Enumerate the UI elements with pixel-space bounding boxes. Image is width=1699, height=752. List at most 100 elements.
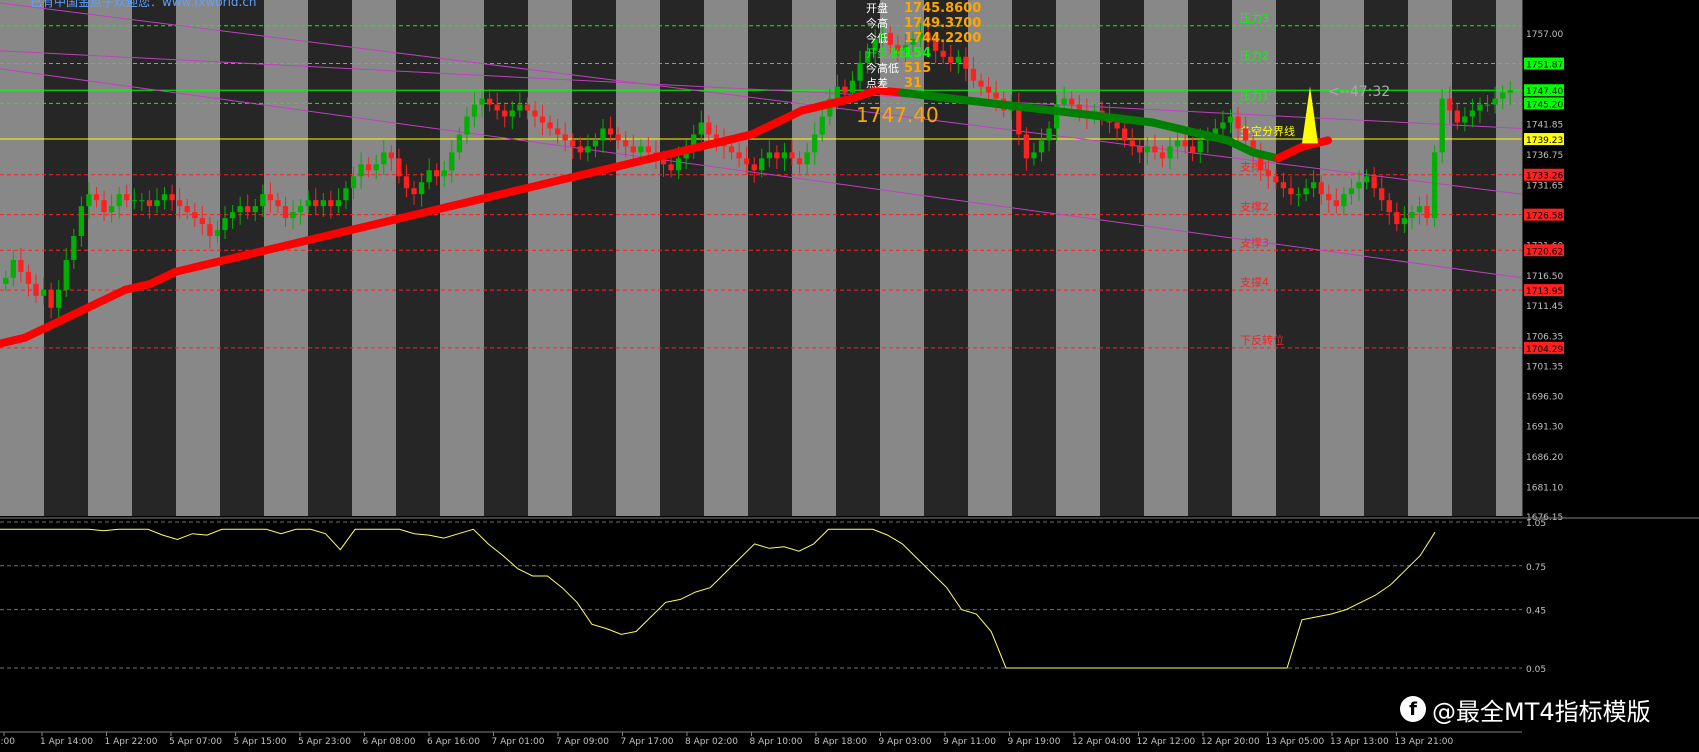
candle-body [555, 128, 561, 135]
candle-body [479, 98, 485, 105]
level-label: 压力2 [1240, 50, 1269, 63]
level-label: 下反转位 [1240, 333, 1284, 347]
candle-body [441, 170, 447, 177]
candle-body [1386, 200, 1392, 213]
time-axis-label: 13 Apr 05:00 [1266, 737, 1325, 747]
price-chart[interactable]: 压力3压力2压力1多空分界线支撑1支撑2支撑3支撑4下反转位 <--47:32 … [0, 0, 1699, 752]
info-value: 154 [904, 46, 931, 61]
candle-body [547, 122, 553, 129]
candle-body [1031, 152, 1037, 159]
candle-body [3, 277, 9, 284]
time-axis-label: 9 Apr 19:00 [1008, 737, 1061, 747]
candle-body [313, 200, 319, 207]
price-axis-label: 1741.85 [1526, 120, 1563, 130]
candle-body [434, 170, 440, 177]
session-band [792, 0, 836, 516]
price-axis-label: 1739.23 [1526, 136, 1563, 146]
candle-body [759, 158, 765, 171]
candle-body [25, 271, 32, 284]
candle-body [1492, 98, 1498, 105]
time-axis-label: 5 Apr 15:00 [234, 737, 287, 747]
candle-body [169, 194, 175, 201]
price-axis-label: 1733.26 [1526, 172, 1563, 182]
candle-body [1023, 134, 1030, 159]
candle-body [184, 206, 190, 213]
level-label: 支撑4 [1240, 275, 1269, 289]
price-axis-label: 1716.50 [1526, 272, 1563, 282]
oscillator-axis-label: 0.05 [1526, 665, 1546, 675]
candle-body [71, 236, 77, 260]
candle-body [10, 259, 16, 278]
candle-body [471, 104, 478, 117]
candle-body [456, 134, 463, 153]
candle-body [1114, 122, 1120, 129]
candle-body [615, 134, 621, 141]
candle-body [388, 152, 394, 159]
candle-body [978, 80, 984, 87]
candle-body [1348, 188, 1355, 195]
candle-body [751, 164, 757, 171]
candle-body [33, 283, 39, 296]
candle-body [464, 116, 470, 135]
session-band [528, 0, 572, 516]
candle-body [1046, 128, 1052, 141]
candle-body [706, 122, 712, 135]
header-notice: 已有中国金点子欢迎您：www.fxworld.cn [30, 0, 257, 9]
candle-body [131, 200, 137, 202]
candle-body [585, 146, 591, 153]
candle-body [1235, 116, 1241, 129]
weibo-logo-icon: f [1400, 696, 1426, 722]
info-value: 31 [904, 76, 922, 91]
candle-body [940, 50, 946, 57]
session-band [264, 0, 308, 516]
candle-body [592, 140, 599, 147]
candle-body [93, 194, 100, 201]
time-axis-label: 6 Apr 08:00 [363, 737, 416, 747]
candle-body [1061, 98, 1067, 105]
session-band [0, 0, 44, 516]
candle-body [774, 152, 780, 159]
price-axis-label: 1713.95 [1526, 287, 1563, 297]
time-axis-label: 7 Apr 17:00 [621, 737, 674, 747]
candle-body [1144, 146, 1150, 153]
info-label: 开盘 [866, 1, 888, 15]
candle-body [955, 56, 961, 63]
level-label: 压力1 [1240, 89, 1269, 102]
candle-body [1379, 188, 1385, 201]
candle-body [86, 194, 92, 207]
candle-body [766, 152, 772, 159]
candle-body [146, 200, 153, 207]
candle-body [1447, 98, 1453, 111]
candle-body [305, 200, 311, 207]
candle-body [1507, 90, 1513, 93]
candle-body [638, 146, 644, 153]
price-axis-label: 1731.65 [1526, 181, 1563, 191]
candle-body [1363, 176, 1370, 183]
candle-body [1197, 140, 1203, 153]
candle-body [1431, 152, 1438, 219]
candle-body [524, 104, 531, 111]
candle-body [161, 194, 168, 201]
price-axis[interactable]: 1757.00 1751.87 1747.40 1745.20 1741.85 1739.… [1521, 0, 1699, 752]
price-axis-label: 1720.62 [1526, 247, 1563, 257]
candle-body [970, 68, 977, 81]
candle-body [229, 212, 236, 219]
session-band [440, 0, 484, 516]
session-band [1056, 0, 1100, 516]
info-value: 1745.8600 [904, 1, 981, 16]
candle-body [789, 152, 795, 159]
watermark: f @最全MT4指标模版 [1400, 690, 1690, 728]
candle-body [645, 146, 652, 153]
candle-body [1484, 104, 1491, 106]
info-label: 今高 [866, 16, 888, 30]
candle-body [577, 146, 583, 153]
session-band [1408, 0, 1452, 516]
candle-body [781, 152, 788, 159]
candle-body [532, 110, 538, 117]
price-axis-label: 1686.20 [1526, 453, 1563, 463]
candle-body [1122, 128, 1128, 141]
session-band [1012, 0, 1056, 516]
candle-body [1371, 176, 1377, 189]
candle-body [358, 164, 364, 177]
session-band [1100, 0, 1144, 516]
